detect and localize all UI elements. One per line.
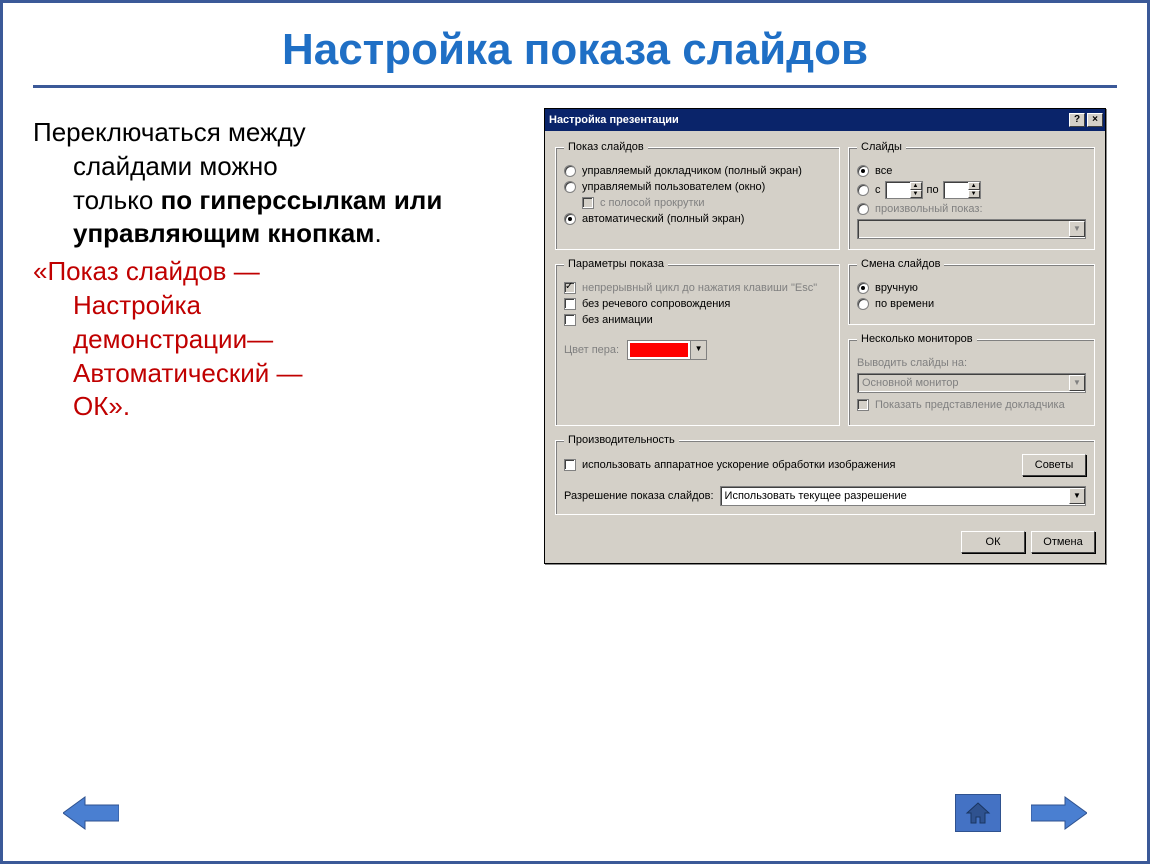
chevron-down-icon: ▼ xyxy=(1069,375,1085,391)
dialog-titlebar[interactable]: Настройка презентации ? × xyxy=(545,109,1105,131)
monitors-group: Несколько мониторов Выводить слайды на: … xyxy=(848,333,1095,426)
slide-title: Настройка показа слайдов xyxy=(3,25,1147,75)
from-spinner[interactable]: ▲▼ xyxy=(885,181,923,199)
resolution-combo[interactable]: Использовать текущее разрешение ▼ xyxy=(720,486,1086,506)
advance-group: Смена слайдов вручную по времени xyxy=(848,258,1095,325)
checkbox-scrollbar: с полосой прокрутки xyxy=(582,197,831,209)
radio-manual[interactable]: вручную xyxy=(857,282,1086,294)
setup-dialog: Настройка презентации ? × Показ слайдов … xyxy=(544,108,1106,564)
prev-arrow-icon[interactable] xyxy=(63,793,119,833)
radio-presenter[interactable]: управляемый докладчиком (полный экран) xyxy=(564,165,831,177)
chevron-down-icon[interactable]: ▼ xyxy=(690,341,706,359)
performance-group: Производительность использовать аппаратн… xyxy=(555,434,1095,515)
slides-group: Слайды все с ▲▼ xyxy=(848,141,1095,250)
chevron-down-icon[interactable]: ▼ xyxy=(1069,488,1085,504)
slides-legend: Слайды xyxy=(857,141,906,153)
chevron-down-icon: ▼ xyxy=(1069,221,1085,237)
pen-color-picker[interactable]: ▼ xyxy=(627,340,707,360)
show-options-group: Параметры показа непрерывный цикл до наж… xyxy=(555,258,840,426)
checkbox-no-animation[interactable]: без анимации xyxy=(564,314,831,326)
radio-timings[interactable]: по времени xyxy=(857,298,1086,310)
radio-all-slides[interactable]: все xyxy=(857,165,1086,177)
to-spinner[interactable]: ▲▼ xyxy=(943,181,981,199)
tips-button[interactable]: Советы xyxy=(1022,454,1086,476)
radio-kiosk[interactable]: автоматический (полный экран) xyxy=(564,213,831,225)
next-arrow-icon[interactable] xyxy=(1031,793,1087,833)
dialog-title: Настройка презентации xyxy=(549,114,679,126)
performance-legend: Производительность xyxy=(564,434,679,446)
radio-custom-show: произвольный показ: xyxy=(857,203,1086,215)
to-label: по xyxy=(927,184,939,196)
help-button[interactable]: ? xyxy=(1069,113,1085,127)
monitor-combo: Основной монитор ▼ xyxy=(857,373,1086,393)
cancel-button[interactable]: Отмена xyxy=(1031,531,1095,553)
monitor-output-label: Выводить слайды на: xyxy=(857,357,1086,369)
checkbox-presenter-view: Показать представление докладчика xyxy=(857,399,1086,411)
checkbox-loop: непрерывный цикл до нажатия клавиши "Esc… xyxy=(564,282,831,294)
show-type-group: Показ слайдов управляемый докладчиком (п… xyxy=(555,141,840,250)
description-text: Переключаться между слайдами можно тольк… xyxy=(33,108,513,564)
close-button[interactable]: × xyxy=(1087,113,1103,127)
radio-slide-range[interactable]: с xyxy=(857,184,881,196)
home-icon xyxy=(965,801,991,825)
advance-legend: Смена слайдов xyxy=(857,258,944,270)
ok-button[interactable]: ОК xyxy=(961,531,1025,553)
home-button[interactable] xyxy=(955,794,1001,832)
checkbox-hw-accel[interactable]: использовать аппаратное ускорение обрабо… xyxy=(564,459,895,471)
title-underline xyxy=(33,85,1117,88)
checkbox-no-narration[interactable]: без речевого сопровождения xyxy=(564,298,831,310)
show-options-legend: Параметры показа xyxy=(564,258,668,270)
show-type-legend: Показ слайдов xyxy=(564,141,648,153)
custom-show-combo: ▼ xyxy=(857,219,1086,239)
radio-browsed-individual[interactable]: управляемый пользователем (окно) xyxy=(564,181,831,193)
monitors-legend: Несколько мониторов xyxy=(857,333,977,345)
resolution-label: Разрешение показа слайдов: xyxy=(564,490,714,502)
pen-color-label: Цвет пера: xyxy=(564,344,619,356)
